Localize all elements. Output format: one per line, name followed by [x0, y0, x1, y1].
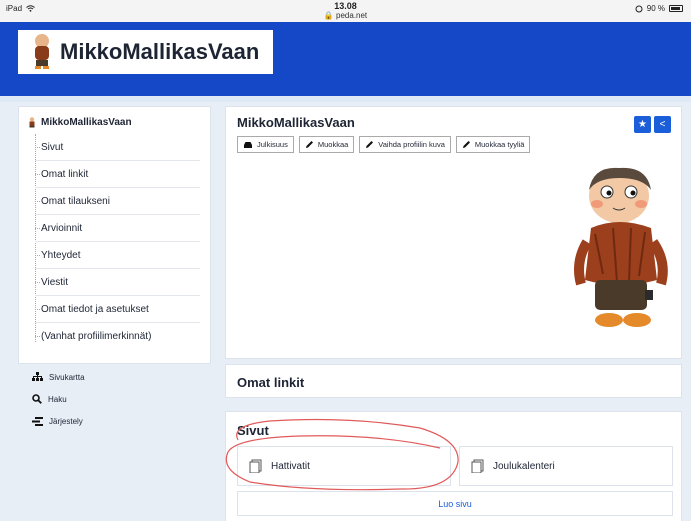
sidebar-item-sivut[interactable]: Sivut: [35, 134, 200, 161]
favorite-button[interactable]: ★: [634, 116, 651, 133]
pages-icon: [471, 459, 484, 473]
pencil-icon: [305, 141, 313, 148]
pencil-icon: [462, 141, 470, 148]
search-icon: [32, 394, 42, 404]
tool-label: Järjestely: [49, 416, 83, 426]
page-tile-hattivatit[interactable]: Hattivatit: [237, 446, 451, 486]
url-text: peda.net: [336, 11, 368, 20]
avatar-icon: [35, 34, 49, 69]
clock: 13.08: [334, 1, 357, 11]
button-label: Vaihda profiilin kuva: [378, 140, 445, 149]
url-bar[interactable]: 🔒 peda.net: [0, 11, 691, 21]
sidebar-item-arvioinnit[interactable]: Arvioinnit: [35, 215, 200, 242]
car-icon: [244, 141, 252, 148]
banner-divider: [0, 96, 691, 102]
battery-percent: 90 %: [646, 4, 665, 13]
profile-card: MikkoMallikasVaan ★ < Julkisuus Muokkaa …: [225, 106, 682, 359]
sidebar-tools: Sivukartta Haku Järjestely: [18, 366, 211, 432]
sidebar-item-omat-linkit[interactable]: Omat linkit: [35, 161, 200, 188]
muokkaa-tyylia-button[interactable]: Muokkaa tyyliä: [455, 136, 531, 153]
sidebar-title: MikkoMallikasVaan: [41, 117, 132, 128]
button-label: Muokkaa: [317, 140, 349, 149]
sidebar-nav: MikkoMallikasVaan Sivut Omat linkit Omat…: [18, 106, 211, 364]
sidebar-list: Sivut Omat linkit Omat tilaukseni Arvioi…: [35, 134, 210, 350]
sidebar-item-yhteydet[interactable]: Yhteydet: [35, 242, 200, 269]
sort-icon: [32, 416, 43, 426]
page-tile-label: Joulukalenteri: [493, 460, 555, 472]
sidebar-root[interactable]: MikkoMallikasVaan: [19, 107, 210, 134]
pages-title: Sivut: [237, 423, 269, 438]
tool-label: Haku: [48, 394, 67, 404]
star-icon: ★: [638, 119, 647, 130]
create-page-button[interactable]: Luo sivu: [237, 491, 673, 516]
avatar-icon: [29, 117, 35, 128]
sidebar-item-vanhat-profiilimerkinnat[interactable]: (Vanhat profiilimerkinnät): [35, 323, 200, 350]
tool-sivukartta[interactable]: Sivukartta: [18, 366, 211, 388]
tool-haku[interactable]: Haku: [18, 388, 211, 410]
profile-image: [574, 167, 668, 327]
links-title: Omat linkit: [237, 375, 305, 390]
profile-title: MikkoMallikasVaan: [237, 115, 355, 130]
site-title-box[interactable]: MikkoMallikasVaan: [18, 30, 273, 74]
site-title: MikkoMallikasVaan: [60, 39, 260, 64]
sidebar-item-viestit[interactable]: Viestit: [35, 269, 200, 296]
vaihda-profiilin-kuva-button[interactable]: Vaihda profiilin kuva: [359, 136, 451, 153]
profile-toolbar: Julkisuus Muokkaa Vaihda profiilin kuva …: [237, 136, 531, 153]
share-icon: <: [659, 119, 666, 130]
page-tile-joulukalenteri[interactable]: Joulukalenteri: [459, 446, 673, 486]
links-card: Omat linkit: [225, 364, 682, 398]
sitemap-icon: [32, 372, 43, 381]
tool-label: Sivukartta: [49, 372, 85, 382]
muokkaa-button[interactable]: Muokkaa: [298, 136, 355, 153]
rotation-lock-icon: [635, 5, 643, 12]
sidebar-item-omat-tilaukseni[interactable]: Omat tilaukseni: [35, 188, 200, 215]
share-button[interactable]: <: [654, 116, 671, 133]
page-tile-label: Hattivatit: [271, 460, 310, 472]
pages-icon: [249, 459, 262, 473]
button-label: Muokkaa tyyliä: [474, 140, 525, 149]
julkisuus-button[interactable]: Julkisuus: [237, 136, 294, 153]
sidebar-item-omat-tiedot[interactable]: Omat tiedot ja asetukset: [35, 296, 200, 323]
tool-jarjestely[interactable]: Järjestely: [18, 410, 211, 432]
status-bar: iPad 13.08 🔒 peda.net 90 %: [0, 0, 691, 22]
battery-icon: [669, 5, 683, 12]
pages-card: Sivut Hattivatit Joulukalenteri Luo sivu: [225, 411, 682, 521]
button-label: Julkisuus: [257, 140, 288, 149]
pencil-icon: [366, 141, 374, 148]
